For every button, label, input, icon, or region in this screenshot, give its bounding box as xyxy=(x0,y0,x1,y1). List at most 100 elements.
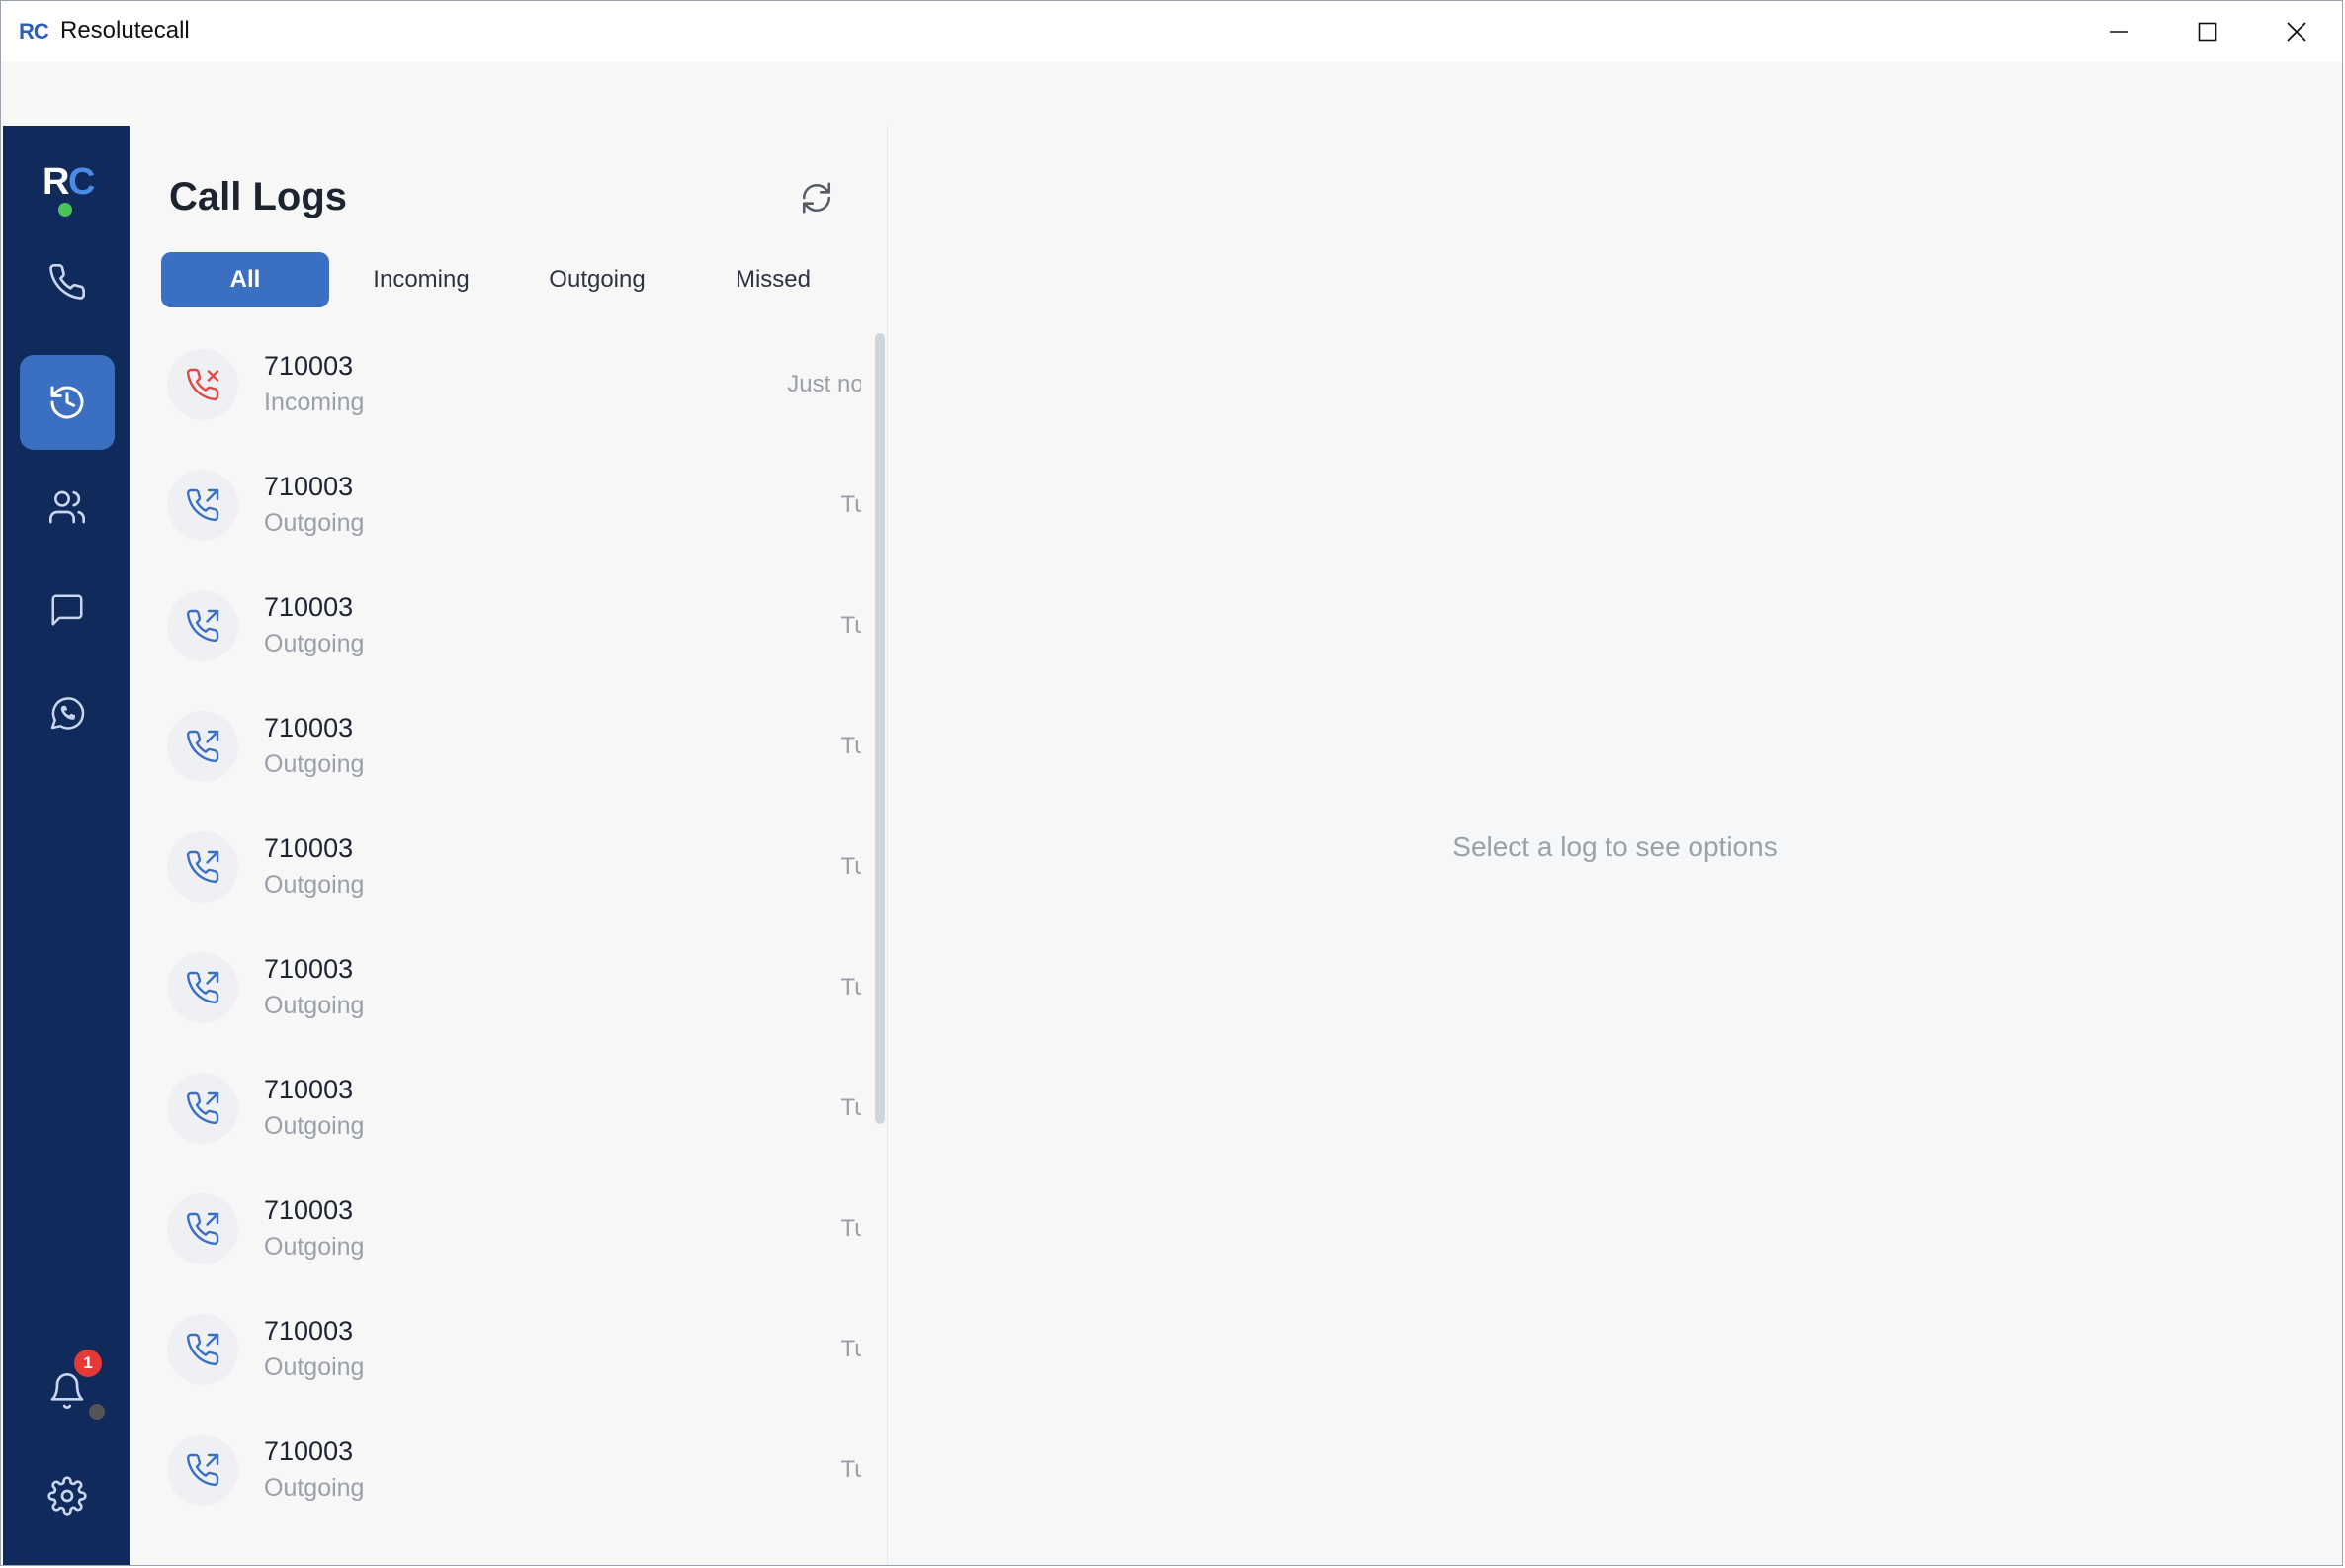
close-window-button[interactable] xyxy=(2251,1,2342,62)
outgoing-call-icon xyxy=(186,488,219,522)
call-status-icon-wrap xyxy=(167,952,238,1023)
caller-number: 710003 xyxy=(264,713,354,742)
outgoing-call-icon xyxy=(186,971,219,1004)
call-log-row[interactable]: 710003 Outgoing Tue xyxy=(130,450,861,570)
sidebar-item-settings[interactable] xyxy=(20,1448,115,1543)
maximize-button[interactable] xyxy=(2162,1,2253,62)
phone-icon xyxy=(49,263,86,300)
empty-state-message: Select a log to see options xyxy=(1452,831,1778,862)
sidebar-logo: R C xyxy=(39,161,98,220)
outgoing-call-icon xyxy=(186,1333,219,1366)
call-time: Tue xyxy=(840,1336,861,1362)
tab-incoming[interactable]: Incoming xyxy=(337,252,505,307)
call-log-row[interactable]: 710003 Outgoing Tue xyxy=(130,570,861,691)
outgoing-call-icon xyxy=(186,1091,219,1125)
app-logo: RC xyxy=(19,19,49,44)
call-status-icon-wrap xyxy=(167,470,238,541)
title-bar: RC Resolutecall xyxy=(1,1,2342,62)
tab-all[interactable]: All xyxy=(161,252,329,307)
sidebar-item-messages[interactable] xyxy=(20,563,115,657)
call-time: Tue xyxy=(840,853,861,880)
call-status-icon-wrap xyxy=(167,1314,238,1385)
call-type: Outgoing xyxy=(264,750,365,778)
bell-icon xyxy=(50,1373,84,1409)
call-time: Tue xyxy=(840,612,861,639)
outgoing-call-icon xyxy=(186,1212,219,1246)
call-log-row[interactable]: 710003 Outgoing Tue xyxy=(130,812,861,932)
caller-number: 710003 xyxy=(264,592,354,622)
call-time: Tue xyxy=(840,974,861,1001)
call-time: Just now xyxy=(787,371,861,397)
call-status-icon-wrap xyxy=(167,831,238,903)
call-log-row[interactable]: 710003 Outgoing Tue xyxy=(130,1053,861,1174)
whatsapp-icon xyxy=(50,697,85,730)
refresh-button[interactable] xyxy=(796,177,837,218)
call-status-icon-wrap xyxy=(167,590,238,661)
outgoing-call-icon xyxy=(186,850,219,884)
call-log-scrollbar[interactable] xyxy=(875,333,885,1124)
page-title: Call Logs xyxy=(169,175,348,218)
minimize-button[interactable] xyxy=(2073,1,2164,62)
outgoing-call-icon xyxy=(186,730,219,763)
call-status-icon-wrap xyxy=(167,349,238,420)
call-time: Tue xyxy=(840,1215,861,1242)
tab-missed[interactable]: Missed xyxy=(689,252,857,307)
call-log-row[interactable]: 710003 Incoming Just now xyxy=(130,329,861,450)
call-type: Outgoing xyxy=(264,630,365,657)
call-time: Tue xyxy=(840,1094,861,1121)
call-type: Outgoing xyxy=(264,1233,365,1261)
sidebar-item-contacts[interactable] xyxy=(20,460,115,555)
call-type: Outgoing xyxy=(264,1474,365,1502)
caller-number: 710003 xyxy=(264,1195,354,1225)
call-status-icon-wrap xyxy=(167,711,238,782)
caller-number: 710003 xyxy=(264,833,354,863)
gear-icon xyxy=(47,1476,87,1516)
tab-outgoing[interactable]: Outgoing xyxy=(513,252,681,307)
refresh-icon xyxy=(802,182,831,214)
sidebar-item-whatsapp[interactable] xyxy=(20,665,115,760)
call-log-row[interactable]: 710003 Outgoing Tue xyxy=(130,932,861,1053)
caller-number: 710003 xyxy=(264,1075,354,1104)
call-log-row[interactable]: 710003 Outgoing Tue xyxy=(130,1294,861,1415)
presence-dot xyxy=(86,1401,108,1423)
outgoing-call-icon xyxy=(186,609,219,643)
detail-pane: Select a log to see options xyxy=(888,126,2342,1565)
window-title: Resolutecall xyxy=(60,17,190,44)
sidebar-item-history[interactable] xyxy=(20,355,115,450)
call-time: Tue xyxy=(840,1456,861,1483)
title-spacer xyxy=(1,62,2342,126)
call-logs-panel: Call Logs All Incoming Outgoing Missed 7… xyxy=(130,126,888,1565)
caller-number: 710003 xyxy=(264,472,354,501)
call-type: Outgoing xyxy=(264,871,365,899)
call-time: Tue xyxy=(840,733,861,759)
call-log-row[interactable]: 710003 Outgoing Tue xyxy=(130,1174,861,1294)
minimize-icon xyxy=(2110,31,2128,33)
call-type: Outgoing xyxy=(264,992,365,1019)
online-status-dot xyxy=(58,203,72,217)
caller-number: 710003 xyxy=(264,351,354,381)
caller-number: 710003 xyxy=(264,1316,354,1346)
app-window: RC Resolutecall R C 1 Call Logs All Inco… xyxy=(0,0,2343,1566)
call-status-icon-wrap xyxy=(167,1435,238,1506)
call-time: Tue xyxy=(840,491,861,518)
sidebar: R C 1 xyxy=(3,126,130,1565)
call-log-row[interactable]: 710003 Outgoing Tue xyxy=(130,691,861,812)
caller-number: 710003 xyxy=(264,1437,354,1466)
sidebar-item-phone[interactable] xyxy=(20,234,115,329)
call-log-list: 710003 Incoming Just now 710003 Outgoing… xyxy=(130,329,861,1565)
missed-call-icon xyxy=(186,368,219,401)
call-type: Incoming xyxy=(264,389,365,416)
call-log-tabs: All Incoming Outgoing Missed xyxy=(161,252,853,307)
maximize-icon xyxy=(2198,22,2217,42)
notification-badge: 1 xyxy=(74,1350,102,1377)
call-log-row[interactable]: 710003 Outgoing Tue xyxy=(130,1415,861,1535)
history-icon xyxy=(50,386,84,419)
logo-letter-c: C xyxy=(68,161,96,203)
users-icon xyxy=(49,490,86,524)
call-type: Outgoing xyxy=(264,1112,365,1140)
call-type: Outgoing xyxy=(264,509,365,537)
logo-letter-r: R xyxy=(43,161,70,203)
outgoing-call-icon xyxy=(186,1453,219,1487)
call-status-icon-wrap xyxy=(167,1073,238,1144)
call-status-icon-wrap xyxy=(167,1193,238,1264)
